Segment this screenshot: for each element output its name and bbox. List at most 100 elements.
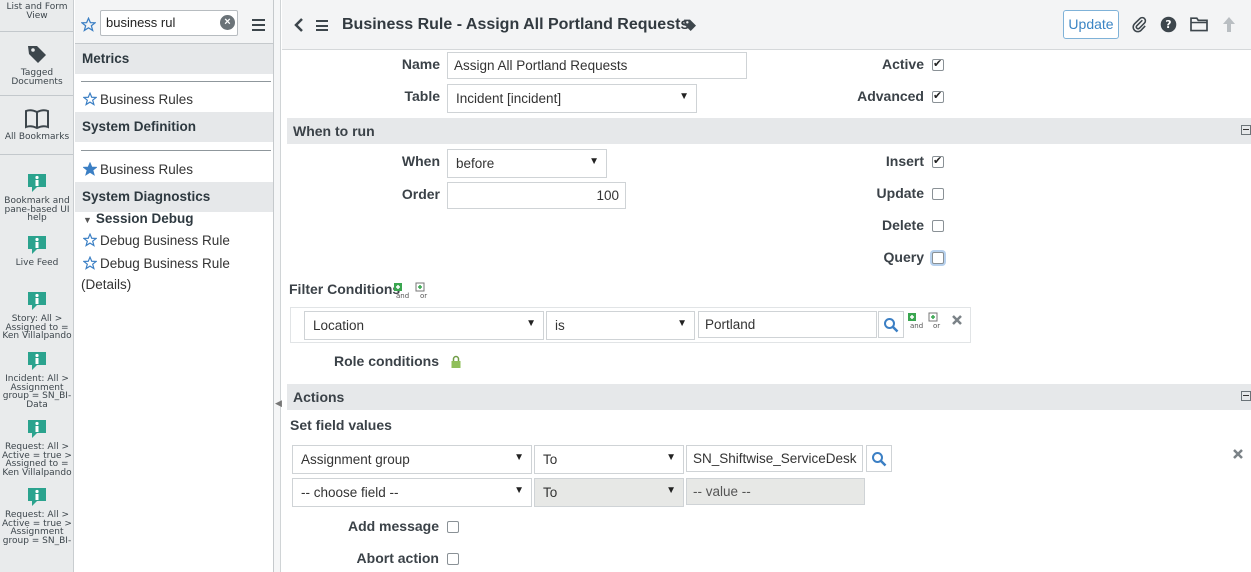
nav-module-business-rules[interactable]: Business Rules [82, 91, 193, 107]
divider [81, 150, 271, 151]
nav-module-label: Debug Business Rule [100, 256, 230, 271]
divider [0, 95, 73, 96]
update-button[interactable]: Update [1063, 10, 1119, 39]
update-checkbox[interactable] [932, 188, 944, 200]
back-chevron-icon[interactable] [294, 17, 304, 33]
add-and-condition-icon[interactable]: and [907, 312, 923, 330]
paperclip-icon[interactable] [1131, 16, 1148, 33]
application-navigator: business rul × Metrics Business Rules Sy… [75, 0, 274, 572]
add-and-condition-icon[interactable]: and [393, 282, 409, 300]
condition-field-select[interactable]: Location ▼ [304, 311, 544, 340]
nav-group-session-debug[interactable]: ▼ Session Debug [83, 211, 193, 226]
help-icon[interactable]: ? [1160, 16, 1177, 33]
lookup-button[interactable] [878, 311, 904, 338]
or-text: or [933, 322, 940, 330]
navigator-filter-input[interactable]: business rul [100, 10, 238, 36]
section-title: Actions [293, 389, 345, 405]
clear-search-icon[interactable]: × [220, 15, 235, 30]
choose-field-select[interactable]: -- choose field -- ▼ [292, 478, 532, 507]
lookup-button[interactable] [866, 445, 892, 472]
dropdown-caret-icon: ▼ [526, 318, 536, 329]
when-label: When [401, 153, 440, 169]
rail-item-label: Story: All > Assigned to = Ken Villalpan… [2, 314, 72, 341]
nav-module-debug-business-rule-details[interactable]: Debug Business Rule [82, 255, 230, 271]
tag-icon[interactable] [682, 17, 698, 33]
advanced-checkbox[interactable] [932, 89, 944, 103]
nav-section-system-diagnostics[interactable]: System Diagnostics [75, 182, 273, 212]
navigator-header: business rul × [75, 0, 273, 44]
star-outline-icon[interactable] [82, 91, 98, 106]
nav-section-title: System Diagnostics [82, 189, 211, 204]
rail-item-list-form-view[interactable]: List and Form View [0, 3, 73, 20]
set-op-value: To [543, 452, 558, 467]
divider [0, 31, 73, 32]
arrow-up-icon[interactable] [1222, 16, 1236, 33]
condition-field-value: Location [313, 318, 365, 333]
active-checkbox[interactable] [932, 57, 944, 71]
star-outline-icon[interactable] [81, 17, 96, 32]
star-filled-icon[interactable] [82, 161, 98, 176]
rail-item-label: Request: All > Active = true > Assigned … [2, 442, 72, 478]
folder-icon[interactable] [1190, 16, 1208, 32]
and-text: and [396, 292, 409, 300]
dropdown-caret-icon: ▼ [514, 452, 524, 463]
collapse-section-icon[interactable] [1241, 125, 1251, 135]
collapse-arrow-icon[interactable]: ◀ [275, 398, 282, 409]
or-text: or [420, 292, 427, 300]
rail-item-incident-bookmark[interactable]: Incident: All > Assignment group = SN_BI… [0, 350, 73, 409]
nav-section-system-definition[interactable]: System Definition [75, 112, 273, 142]
rail-item-request-group-bookmark[interactable]: Request: All > Active = true > Assignmen… [0, 486, 73, 545]
panel-splitter[interactable]: ◀ [274, 0, 282, 572]
section-when-to-run: When to run [287, 118, 1251, 144]
add-message-label: Add message [347, 518, 439, 534]
condition-operator-select[interactable]: is ▼ [546, 311, 695, 340]
set-value-input[interactable]: SN_Shiftwise_ServiceDesk [686, 445, 863, 472]
set-field-value: Assignment group [301, 452, 410, 467]
order-input[interactable]: 100 [447, 182, 626, 209]
context-menu-icon[interactable] [316, 20, 328, 34]
delete-checkbox[interactable] [932, 220, 944, 232]
condition-operator-value: is [555, 318, 565, 333]
delete-field-value-icon[interactable] [1232, 448, 1244, 460]
nav-section-title: System Definition [82, 119, 197, 134]
name-input[interactable]: Assign All Portland Requests [447, 52, 747, 79]
set-op-select[interactable]: To ▼ [534, 445, 684, 474]
nav-module-business-rules-active[interactable]: Business Rules [82, 161, 193, 177]
add-or-condition-icon[interactable]: or [415, 282, 431, 300]
form-container: Business Rule - Assign All Portland Requ… [282, 0, 1251, 572]
rail-item-live-feed[interactable]: Live Feed [0, 234, 73, 268]
nav-section-title: Metrics [82, 51, 130, 66]
nav-module-label: (Details) [81, 277, 132, 292]
table-select[interactable]: Incident [incident] ▼ [447, 84, 697, 113]
rail-item-request-bookmark[interactable]: Request: All > Active = true > Assigned … [0, 418, 73, 478]
book-icon [25, 109, 49, 130]
abort-action-checkbox[interactable] [447, 553, 459, 565]
nav-module-label-continued[interactable]: (Details) [81, 277, 131, 292]
and-text: and [910, 322, 923, 330]
condition-value: Portland [705, 317, 756, 332]
insert-checkbox[interactable] [932, 154, 944, 168]
add-message-checkbox[interactable] [447, 521, 459, 533]
rail-item-story-bookmark[interactable]: Story: All > Assigned to = Ken Villalpan… [0, 290, 73, 341]
add-or-condition-icon[interactable]: or [928, 312, 944, 330]
navigator-filter-value: business rul [106, 15, 176, 30]
query-label: Query [883, 249, 924, 265]
when-select[interactable]: before ▼ [447, 149, 607, 178]
query-checkbox[interactable] [932, 252, 944, 264]
nav-module-debug-business-rule[interactable]: Debug Business Rule [82, 232, 230, 248]
star-outline-icon[interactable] [82, 255, 98, 270]
help-bookmark-icon [28, 292, 46, 310]
rail-item-bookmark-help[interactable]: Bookmark and pane-based UI help [0, 172, 73, 223]
nav-section-metrics[interactable]: Metrics [75, 44, 273, 74]
filter-conditions-label: Filter Conditions [289, 281, 401, 297]
collapse-section-icon[interactable] [1241, 391, 1251, 401]
set-field-select[interactable]: Assignment group ▼ [292, 445, 532, 474]
condition-value-input[interactable]: Portland [698, 311, 877, 338]
rail-item-all-bookmarks[interactable]: All Bookmarks [0, 108, 73, 142]
star-outline-icon[interactable] [82, 232, 98, 247]
abort-action-label: Abort action [356, 550, 439, 566]
hamburger-menu-icon[interactable] [252, 19, 265, 34]
delete-condition-icon[interactable] [951, 314, 963, 326]
tag-icon [28, 46, 46, 63]
rail-item-tagged-documents[interactable]: Tagged Documents [0, 42, 73, 86]
